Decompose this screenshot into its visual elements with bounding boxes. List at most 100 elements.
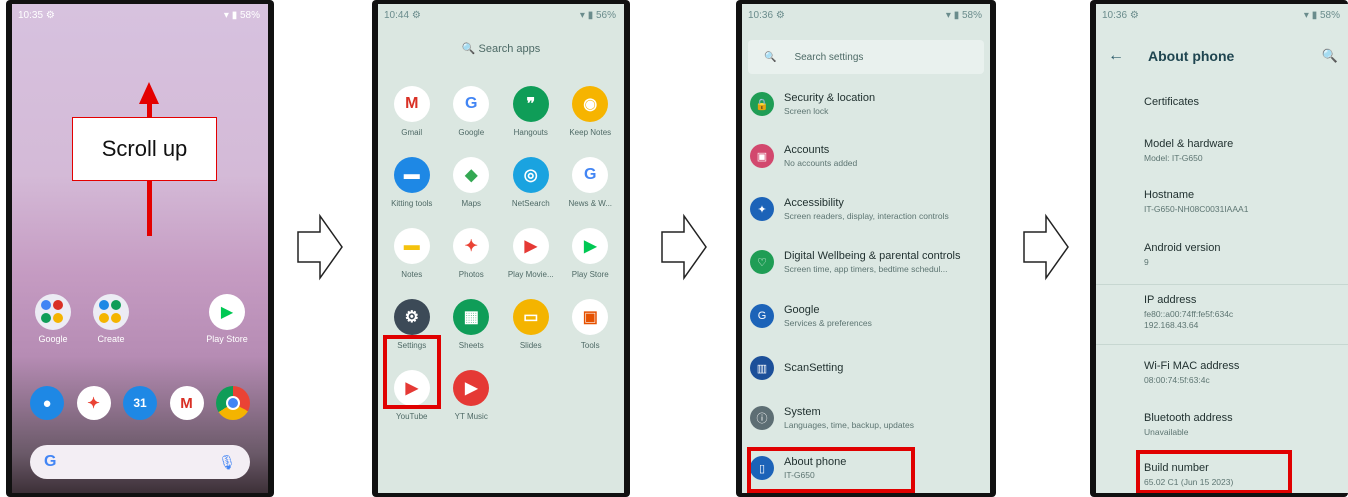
gear-icon: ⚙ — [1129, 10, 1139, 21]
settings-item-icon: ▣ — [750, 144, 774, 168]
app-sheets[interactable]: ▦ Sheets — [442, 299, 502, 350]
home-app-create-folder[interactable]: Create — [88, 294, 134, 344]
calendar-icon[interactable]: 31 — [123, 386, 157, 420]
settings-item-title: System — [784, 406, 821, 418]
gmail-icon[interactable]: M — [169, 386, 204, 420]
home-app-google-folder[interactable]: Google — [30, 294, 76, 344]
app-play-store[interactable]: ▶ Play Store — [561, 228, 621, 279]
folder-icon — [93, 294, 129, 330]
app-label: Notes — [401, 270, 423, 279]
status-bar: 10:36 ⚙ ▾ ▮ 58% — [742, 4, 990, 32]
app-icon: ⚙ — [393, 299, 430, 335]
about-item-hostname[interactable]: Hostname IT-G650-NH08C0031IAAA1 — [1144, 189, 1344, 215]
wifi-icon: ▾ — [945, 10, 951, 21]
app-icon: ◉ — [572, 86, 609, 122]
settings-item-digital-wellbeing-parental-controls[interactable]: ♡ Digital Wellbeing & parental controls Sc… — [750, 250, 986, 274]
about-item-bluetooth-address[interactable]: Bluetooth address Unavailable — [1144, 412, 1344, 438]
app-icon: ▶ — [512, 228, 549, 264]
divider — [1096, 344, 1348, 345]
about-item-value: Unavailable — [1144, 427, 1189, 437]
app-icon: ◎ — [512, 157, 549, 193]
app-label: Photos — [458, 270, 484, 279]
app-tools[interactable]: ▣ Tools — [561, 299, 621, 350]
battery-icon: ▮ — [953, 10, 960, 21]
status-bar: 10:36 ⚙ ▾ ▮ 58% — [1096, 4, 1348, 32]
home-app-label: Create — [97, 334, 125, 344]
app-label: Gmail — [401, 128, 423, 137]
about-item-model-hardware[interactable]: Model & hardware Model: IT-G650 — [1144, 138, 1344, 164]
settings-item-icon: ▥ — [750, 356, 774, 380]
wifi-icon: ▾ — [223, 10, 229, 21]
app-label: Maps — [461, 199, 482, 208]
contacts-icon[interactable]: ● — [30, 386, 64, 420]
status-time: 10:35 — [18, 10, 44, 21]
gear-icon: ⚙ — [411, 10, 421, 21]
app-drawer: 10:44 ⚙ ▾ ▮ 56% 🔍 Search apps M Gmail G Goo… — [378, 4, 624, 493]
home-app-label: Google — [38, 334, 68, 344]
app-photos[interactable]: ✦ Photos — [442, 228, 502, 279]
about-item-label: Model & hardware — [1144, 138, 1234, 150]
about-item-wi-fi-mac-address[interactable]: Wi-Fi MAC address 08:00:74:5f:63:4c — [1144, 360, 1344, 386]
about-item-value: Model: IT-G650 — [1144, 153, 1203, 163]
search-icon[interactable]: 🔍 — [1322, 48, 1338, 64]
app-google[interactable]: G Google — [442, 86, 502, 137]
settings-item-icon: G — [750, 304, 774, 328]
phone-home-screen: 10:35 ⚙ ▾ ▮ 58% Scroll up Google Create … — [6, 0, 274, 497]
about-item-ip-address[interactable]: IP address fe80::a00:74ff:fe5f:634c 192.1… — [1144, 294, 1344, 331]
app-yt-music[interactable]: ▶ YT Music — [442, 370, 502, 421]
settings-item-scansetting[interactable]: ▥ ScanSetting — [750, 356, 986, 380]
photos-icon[interactable]: ✦ — [76, 386, 111, 420]
search-apps-field[interactable]: 🔍 Search apps — [378, 42, 624, 55]
app-bar: ← About phone 🔍 — [1096, 40, 1348, 72]
battery-icon: ▮ — [1311, 10, 1318, 21]
home-app-row: Google Create ▶ Play Store — [12, 294, 268, 344]
next-step-arrow-icon — [661, 213, 707, 281]
settings-item-google[interactable]: G Google Services & preferences — [750, 304, 986, 328]
app-icon: ◆ — [453, 157, 490, 193]
home-screen[interactable]: 10:35 ⚙ ▾ ▮ 58% Scroll up Google Create … — [12, 4, 268, 493]
search-settings-field[interactable]: 🔍 Search settings — [748, 40, 984, 74]
settings-item-accessibility[interactable]: ✦ Accessibility Screen readers, display, i… — [750, 197, 986, 221]
status-time: 10:36 — [748, 10, 774, 21]
settings-item-icon: ✦ — [750, 197, 774, 221]
google-search-bar[interactable]: G 🎙 — [30, 445, 250, 479]
settings-item-accounts[interactable]: ▣ Accounts No accounts added — [750, 144, 986, 168]
folder-icon — [35, 294, 71, 330]
about-item-value: 9 — [1144, 257, 1149, 267]
next-step-arrow-icon — [1023, 213, 1069, 281]
app-label: YT Music — [454, 412, 488, 421]
app-kitting-tools[interactable]: ▬ Kitting tools — [382, 157, 442, 208]
settings-item-icon: ♡ — [750, 250, 774, 274]
app-label: Play Movie... — [507, 270, 554, 279]
settings-item-title: Accessibility — [784, 197, 844, 209]
about-phone-highlight — [747, 447, 915, 493]
mic-icon[interactable]: 🎙 — [218, 454, 236, 471]
app-slides[interactable]: ▭ Slides — [501, 299, 561, 350]
battery-level: 58% — [1319, 10, 1340, 21]
about-item-android-version[interactable]: Android version 9 — [1144, 242, 1344, 268]
settings-item-subtitle: Screen time, app timers, bedtime schedul… — [784, 264, 948, 274]
app-label: Slides — [519, 341, 542, 350]
status-bar: 10:35 ⚙ ▾ ▮ 58% — [12, 4, 268, 32]
app-news-w[interactable]: G News & W... — [561, 157, 621, 208]
app-keep-notes[interactable]: ◉ Keep Notes — [561, 86, 621, 137]
settings-item-title: Security & location — [784, 92, 876, 104]
about-item-certificates[interactable]: Certificates — [1144, 96, 1344, 108]
app-label: Google — [458, 128, 485, 137]
settings-item-subtitle: No accounts added — [784, 158, 858, 168]
app-netsearch[interactable]: ◎ NetSearch — [501, 157, 561, 208]
home-app-label: Play Store — [206, 334, 248, 344]
settings-item-security-location[interactable]: 🔒 Security & location Screen lock — [750, 92, 986, 116]
app-play-movie[interactable]: ▶ Play Movie... — [501, 228, 561, 279]
home-app-play-store[interactable]: ▶ Play Store — [204, 294, 250, 344]
app-gmail[interactable]: M Gmail — [382, 86, 442, 137]
back-arrow-icon[interactable]: ← — [1108, 47, 1124, 65]
app-maps[interactable]: ◆ Maps — [442, 157, 502, 208]
chrome-icon[interactable] — [216, 386, 250, 420]
app-notes[interactable]: ▬ Notes — [382, 228, 442, 279]
status-bar: 10:44 ⚙ ▾ ▮ 56% — [378, 4, 624, 32]
settings-item-system[interactable]: ⓘ System Languages, time, backup, updates — [750, 406, 986, 430]
settings-item-title: ScanSetting — [784, 362, 844, 374]
settings-item-subtitle: Screen lock — [784, 106, 829, 116]
app-hangouts[interactable]: ❞ Hangouts — [501, 86, 561, 137]
